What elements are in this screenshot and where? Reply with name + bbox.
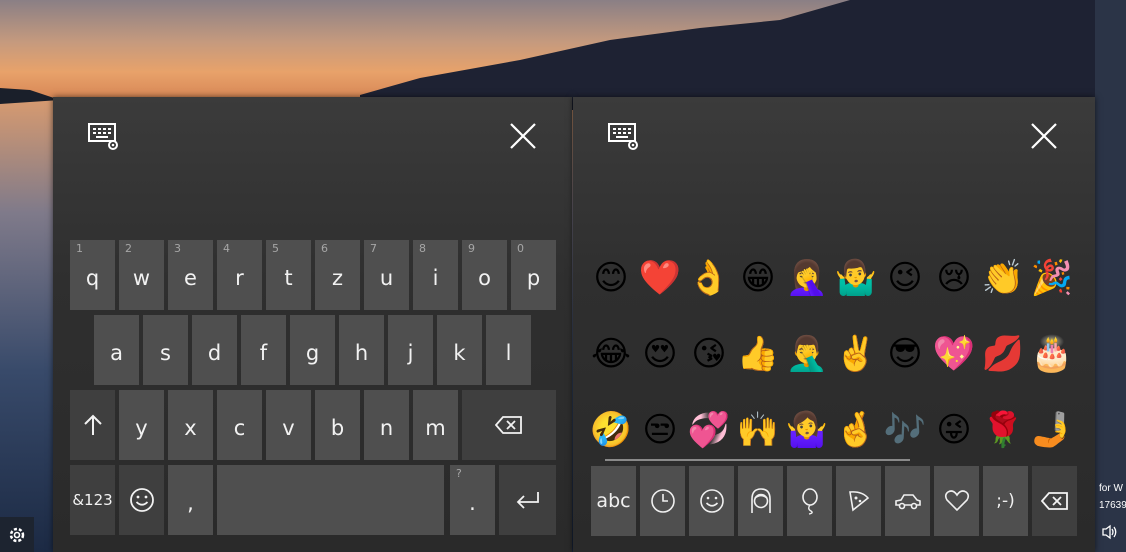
backspace-key[interactable]	[462, 390, 556, 460]
key-o[interactable]: 9o	[462, 240, 507, 310]
emoji-key[interactable]: 🤳	[1029, 407, 1075, 453]
emoji-key[interactable]: 🤷‍♂️	[833, 255, 879, 301]
keyboard-settings-icon[interactable]	[88, 123, 122, 151]
emoji-key[interactable]: 😜	[931, 407, 977, 453]
speaker-icon[interactable]	[1101, 524, 1119, 544]
key-z[interactable]: 6z	[315, 240, 360, 310]
emoji-key[interactable]: 🤦‍♀️	[784, 255, 830, 301]
key-b[interactable]: b	[315, 390, 360, 460]
shift-arrow-icon	[83, 414, 102, 435]
emoji-key[interactable]: 🌹	[980, 407, 1026, 453]
emoji-key[interactable]: 💋	[980, 331, 1026, 377]
key-s[interactable]: s	[143, 315, 188, 385]
period-key[interactable]: ?.	[450, 465, 495, 535]
emoji-key[interactable]: 👌	[686, 255, 732, 301]
key-l[interactable]: l	[486, 315, 531, 385]
touch-keyboard-emoji: 😊 ❤️ 👌 😁 🤦‍♀️ 🤷‍♂️ 😉 😢 👏 🎉 😂 😍 😘 👍 🤦‍♂️ ✌️ 😎 💖 💋 🎂 🤣 😒 💞 🙌 🤷‍♀️ 🤞…	[573, 97, 1095, 552]
emoji-key[interactable]: 🤞	[833, 407, 879, 453]
desktop-watermark-text: for W 17639	[1099, 483, 1126, 511]
car-icon	[894, 494, 921, 510]
travel-category-tab[interactable]	[885, 466, 930, 536]
emoji-key[interactable]: ❤️	[637, 255, 683, 301]
emoji-key[interactable]: 💖	[931, 331, 977, 377]
recent-category-tab[interactable]	[640, 466, 685, 536]
key-k[interactable]: k	[437, 315, 482, 385]
emoji-key[interactable]: 👏	[980, 255, 1026, 301]
close-icon[interactable]	[508, 121, 538, 151]
emoji-key[interactable]: 🎶	[882, 407, 928, 453]
space-bar[interactable]	[217, 465, 444, 535]
key-r[interactable]: 4r	[217, 240, 262, 310]
key-f[interactable]: f	[241, 315, 286, 385]
abc-category-key[interactable]: abc	[591, 466, 636, 536]
emoji-key[interactable]: 😘	[686, 331, 732, 377]
close-icon[interactable]	[1029, 121, 1059, 151]
key-q[interactable]: 1q	[70, 240, 115, 310]
emoji-key[interactable]: 🎉	[1029, 255, 1075, 301]
emoji-key[interactable]: 👍	[735, 331, 781, 377]
enter-key[interactable]	[499, 465, 556, 535]
emoji-key[interactable]: 😢	[931, 255, 977, 301]
smileys-category-tab[interactable]	[689, 466, 734, 536]
emoji-key[interactable]: 🎂	[1029, 331, 1075, 377]
emoji-key[interactable]: 🤦‍♂️	[784, 331, 830, 377]
emoji-key[interactable]: 😁	[735, 255, 781, 301]
nature-category-tab[interactable]	[787, 466, 832, 536]
key-e[interactable]: 3e	[168, 240, 213, 310]
key-p[interactable]: 0p	[511, 240, 556, 310]
emoji-key[interactable]: 😂	[588, 331, 634, 377]
emoji-key[interactable]: 😒	[637, 407, 683, 453]
key-i[interactable]: 8i	[413, 240, 458, 310]
key-x[interactable]: x	[168, 390, 213, 460]
key-v[interactable]: v	[266, 390, 311, 460]
backspace-key[interactable]	[1032, 466, 1077, 536]
balloon-icon	[801, 488, 818, 515]
key-c[interactable]: c	[217, 390, 262, 460]
emoji-key[interactable]: 😉	[882, 255, 928, 301]
enter-icon	[516, 492, 539, 509]
emoji-key[interactable]: 💞	[686, 407, 732, 453]
emoji-key[interactable]: 🤣	[588, 407, 634, 453]
symbols-key[interactable]: &123	[70, 465, 115, 535]
key-u[interactable]: 7u	[364, 240, 409, 310]
emoji-key[interactable]: 🙌	[735, 407, 781, 453]
emoji-key[interactable]: 😍	[637, 331, 683, 377]
key-w[interactable]: 2w	[119, 240, 164, 310]
emoji-key[interactable]: 😎	[882, 331, 928, 377]
key-y[interactable]: y	[119, 390, 164, 460]
pizza-icon	[848, 491, 869, 512]
emoji-key[interactable]: ✌️	[833, 331, 879, 377]
smiley-icon	[129, 488, 154, 512]
comma-key[interactable]: ,	[168, 465, 213, 535]
person-face-icon	[750, 488, 771, 513]
backspace-icon	[495, 416, 522, 434]
emoticons-category-tab[interactable]: ;-)	[983, 466, 1028, 536]
settings-gear-icon[interactable]	[0, 517, 34, 552]
key-j[interactable]: j	[388, 315, 433, 385]
touch-keyboard-text: 1q 2w 3e 4r 5t 6z 7u 8i 9o 0p a s d f g …	[53, 97, 572, 552]
emoji-key[interactable]	[119, 465, 164, 535]
food-category-tab[interactable]	[836, 466, 881, 536]
emoji-scroll-indicator	[605, 459, 910, 461]
heart-icon	[944, 490, 969, 512]
key-h[interactable]: h	[339, 315, 384, 385]
symbols-category-tab[interactable]	[934, 466, 979, 536]
key-a[interactable]: a	[94, 315, 139, 385]
key-g[interactable]: g	[290, 315, 335, 385]
backspace-icon	[1040, 492, 1068, 510]
emoji-key[interactable]: 😊	[588, 255, 634, 301]
key-m[interactable]: m	[413, 390, 458, 460]
key-d[interactable]: d	[192, 315, 237, 385]
key-t[interactable]: 5t	[266, 240, 311, 310]
people-category-tab[interactable]	[738, 466, 783, 536]
key-n[interactable]: n	[364, 390, 409, 460]
shift-key[interactable]	[70, 390, 115, 460]
clock-icon	[650, 489, 675, 513]
smiley-icon	[699, 489, 724, 513]
emoji-key[interactable]: 🤷‍♀️	[784, 407, 830, 453]
keyboard-settings-icon[interactable]	[608, 123, 642, 151]
